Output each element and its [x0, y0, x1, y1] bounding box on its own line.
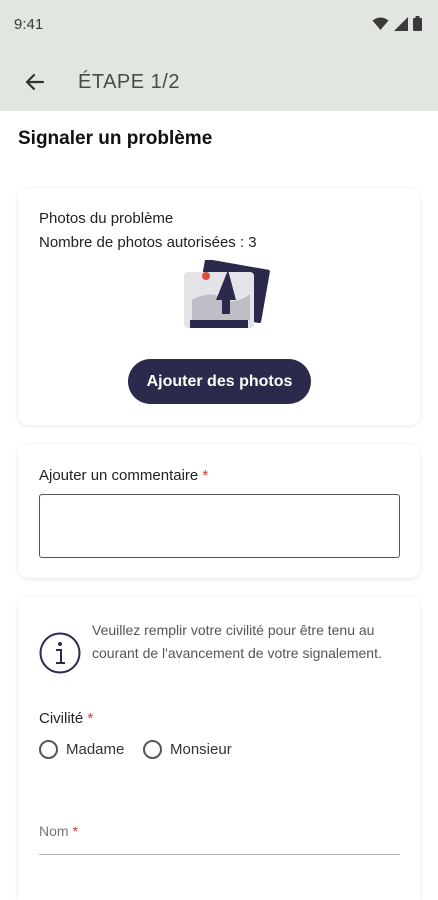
battery-icon [413, 16, 422, 31]
info-icon [39, 632, 81, 674]
comment-required-mark: * [202, 467, 209, 484]
add-photos-button[interactable]: Ajouter des photos [128, 359, 311, 404]
comment-label: Ajouter un commentaire * [39, 467, 208, 484]
page-title: Signaler un problème [18, 128, 213, 149]
radio-label-madame: Madame [66, 741, 125, 758]
signal-icon [394, 16, 408, 31]
name-field-label-text: Nom [39, 823, 69, 839]
civility-card: Veuillez remplir votre civilité pour êtr… [18, 597, 420, 900]
status-time: 9:41 [14, 16, 44, 33]
back-button[interactable] [22, 69, 48, 95]
comment-label-text: Ajouter un commentaire [39, 467, 199, 484]
name-field[interactable]: Nom * [39, 821, 400, 855]
name-required-mark: * [72, 823, 78, 839]
civility-label-text: Civilité [39, 710, 84, 727]
radio-label-monsieur: Monsieur [170, 741, 232, 758]
photo-illustration-icon [184, 260, 270, 328]
arrow-left-icon [25, 73, 45, 91]
photos-card: Photos du problème Nombre de photos auto… [18, 188, 420, 425]
civility-required-mark: * [87, 710, 94, 727]
civility-info-text: Veuillez remplir votre civilité pour êtr… [92, 622, 382, 661]
radio-circle-madame[interactable] [39, 740, 58, 759]
name-field-label: Nom * [39, 823, 78, 839]
photos-label: Photos du problème [39, 210, 174, 227]
comment-card: Ajouter un commentaire * [18, 444, 420, 578]
status-bar: 9:41 [0, 0, 438, 52]
wifi-icon [372, 17, 389, 30]
app-bar-title: ÉTAPE 1/2 [78, 71, 180, 93]
app-bar: ÉTAPE 1/2 [0, 52, 438, 111]
radio-circle-monsieur[interactable] [143, 740, 162, 759]
comment-input[interactable] [39, 494, 400, 558]
civility-label: Civilité * [39, 710, 93, 727]
radio-monsieur[interactable]: Monsieur [143, 740, 232, 759]
status-icons [372, 16, 422, 31]
radio-madame[interactable]: Madame [39, 740, 124, 759]
photos-count-text: Nombre de photos autorisées : 3 [39, 234, 257, 251]
